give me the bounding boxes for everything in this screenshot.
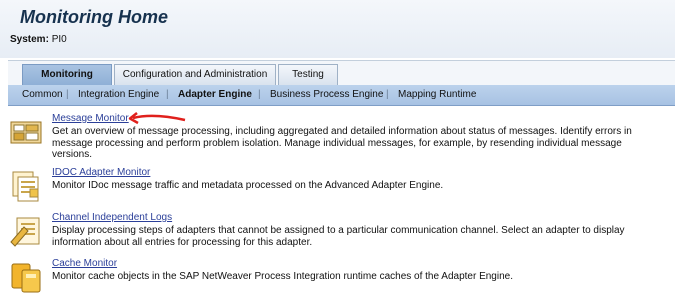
tab-monitoring[interactable]: Monitoring	[22, 64, 112, 85]
list-item: Channel Independent Logs Display process…	[8, 212, 675, 252]
list-item: Cache Monitor Monitor cache objects in t…	[8, 258, 675, 298]
system-label: System:	[10, 34, 49, 45]
list-item: IDOC Adapter Monitor Monitor IDoc messag…	[8, 167, 675, 207]
message-monitor-link[interactable]: Message Monitor	[52, 113, 129, 124]
tab-configuration-and-administration[interactable]: Configuration and Administration	[114, 64, 276, 85]
cache-monitor-icon[interactable]	[8, 258, 46, 296]
tab-bar: Monitoring Configuration and Administrat…	[8, 60, 675, 86]
page-title: Monitoring Home	[20, 7, 168, 27]
channel-independent-logs-link[interactable]: Channel Independent Logs	[52, 212, 172, 223]
cache-monitor-description: Monitor cache objects in the SAP NetWeav…	[52, 271, 513, 282]
tab-testing[interactable]: Testing	[278, 64, 338, 85]
red-arrow-icon	[128, 112, 186, 125]
page-header: Monitoring Home System: PI0	[0, 0, 675, 58]
subnav-mapping-runtime[interactable]: Mapping Runtime	[398, 85, 476, 105]
subnav-adapter-engine[interactable]: Adapter Engine	[178, 85, 252, 105]
subnav-separator: |	[258, 89, 261, 100]
subnav-separator: |	[386, 89, 389, 100]
channel-logs-icon[interactable]	[8, 212, 46, 250]
system-info: System: PI0	[10, 34, 67, 45]
idoc-adapter-monitor-link[interactable]: IDOC Adapter Monitor	[52, 167, 150, 178]
message-monitor-icon[interactable]	[8, 113, 46, 151]
idoc-monitor-icon[interactable]	[8, 167, 46, 205]
message-monitor-description: Get an overview of message processing, i…	[52, 126, 632, 160]
subnav-integration-engine[interactable]: Integration Engine	[78, 85, 159, 105]
system-value: PI0	[51, 34, 67, 45]
subnav-separator: |	[166, 89, 169, 100]
list-item: Message Monitor Get an overview of messa…	[8, 113, 675, 163]
channel-independent-logs-description: Display processing steps of adapters tha…	[52, 225, 625, 248]
subnav-separator: |	[66, 89, 69, 100]
subnav-business-process-engine[interactable]: Business Process Engine	[270, 85, 383, 105]
idoc-adapter-monitor-description: Monitor IDoc message traffic and metadat…	[52, 180, 444, 191]
sub-navigation: Common | Integration Engine | Adapter En…	[8, 85, 675, 106]
subnav-common[interactable]: Common	[22, 85, 63, 105]
cache-monitor-link[interactable]: Cache Monitor	[52, 258, 117, 269]
